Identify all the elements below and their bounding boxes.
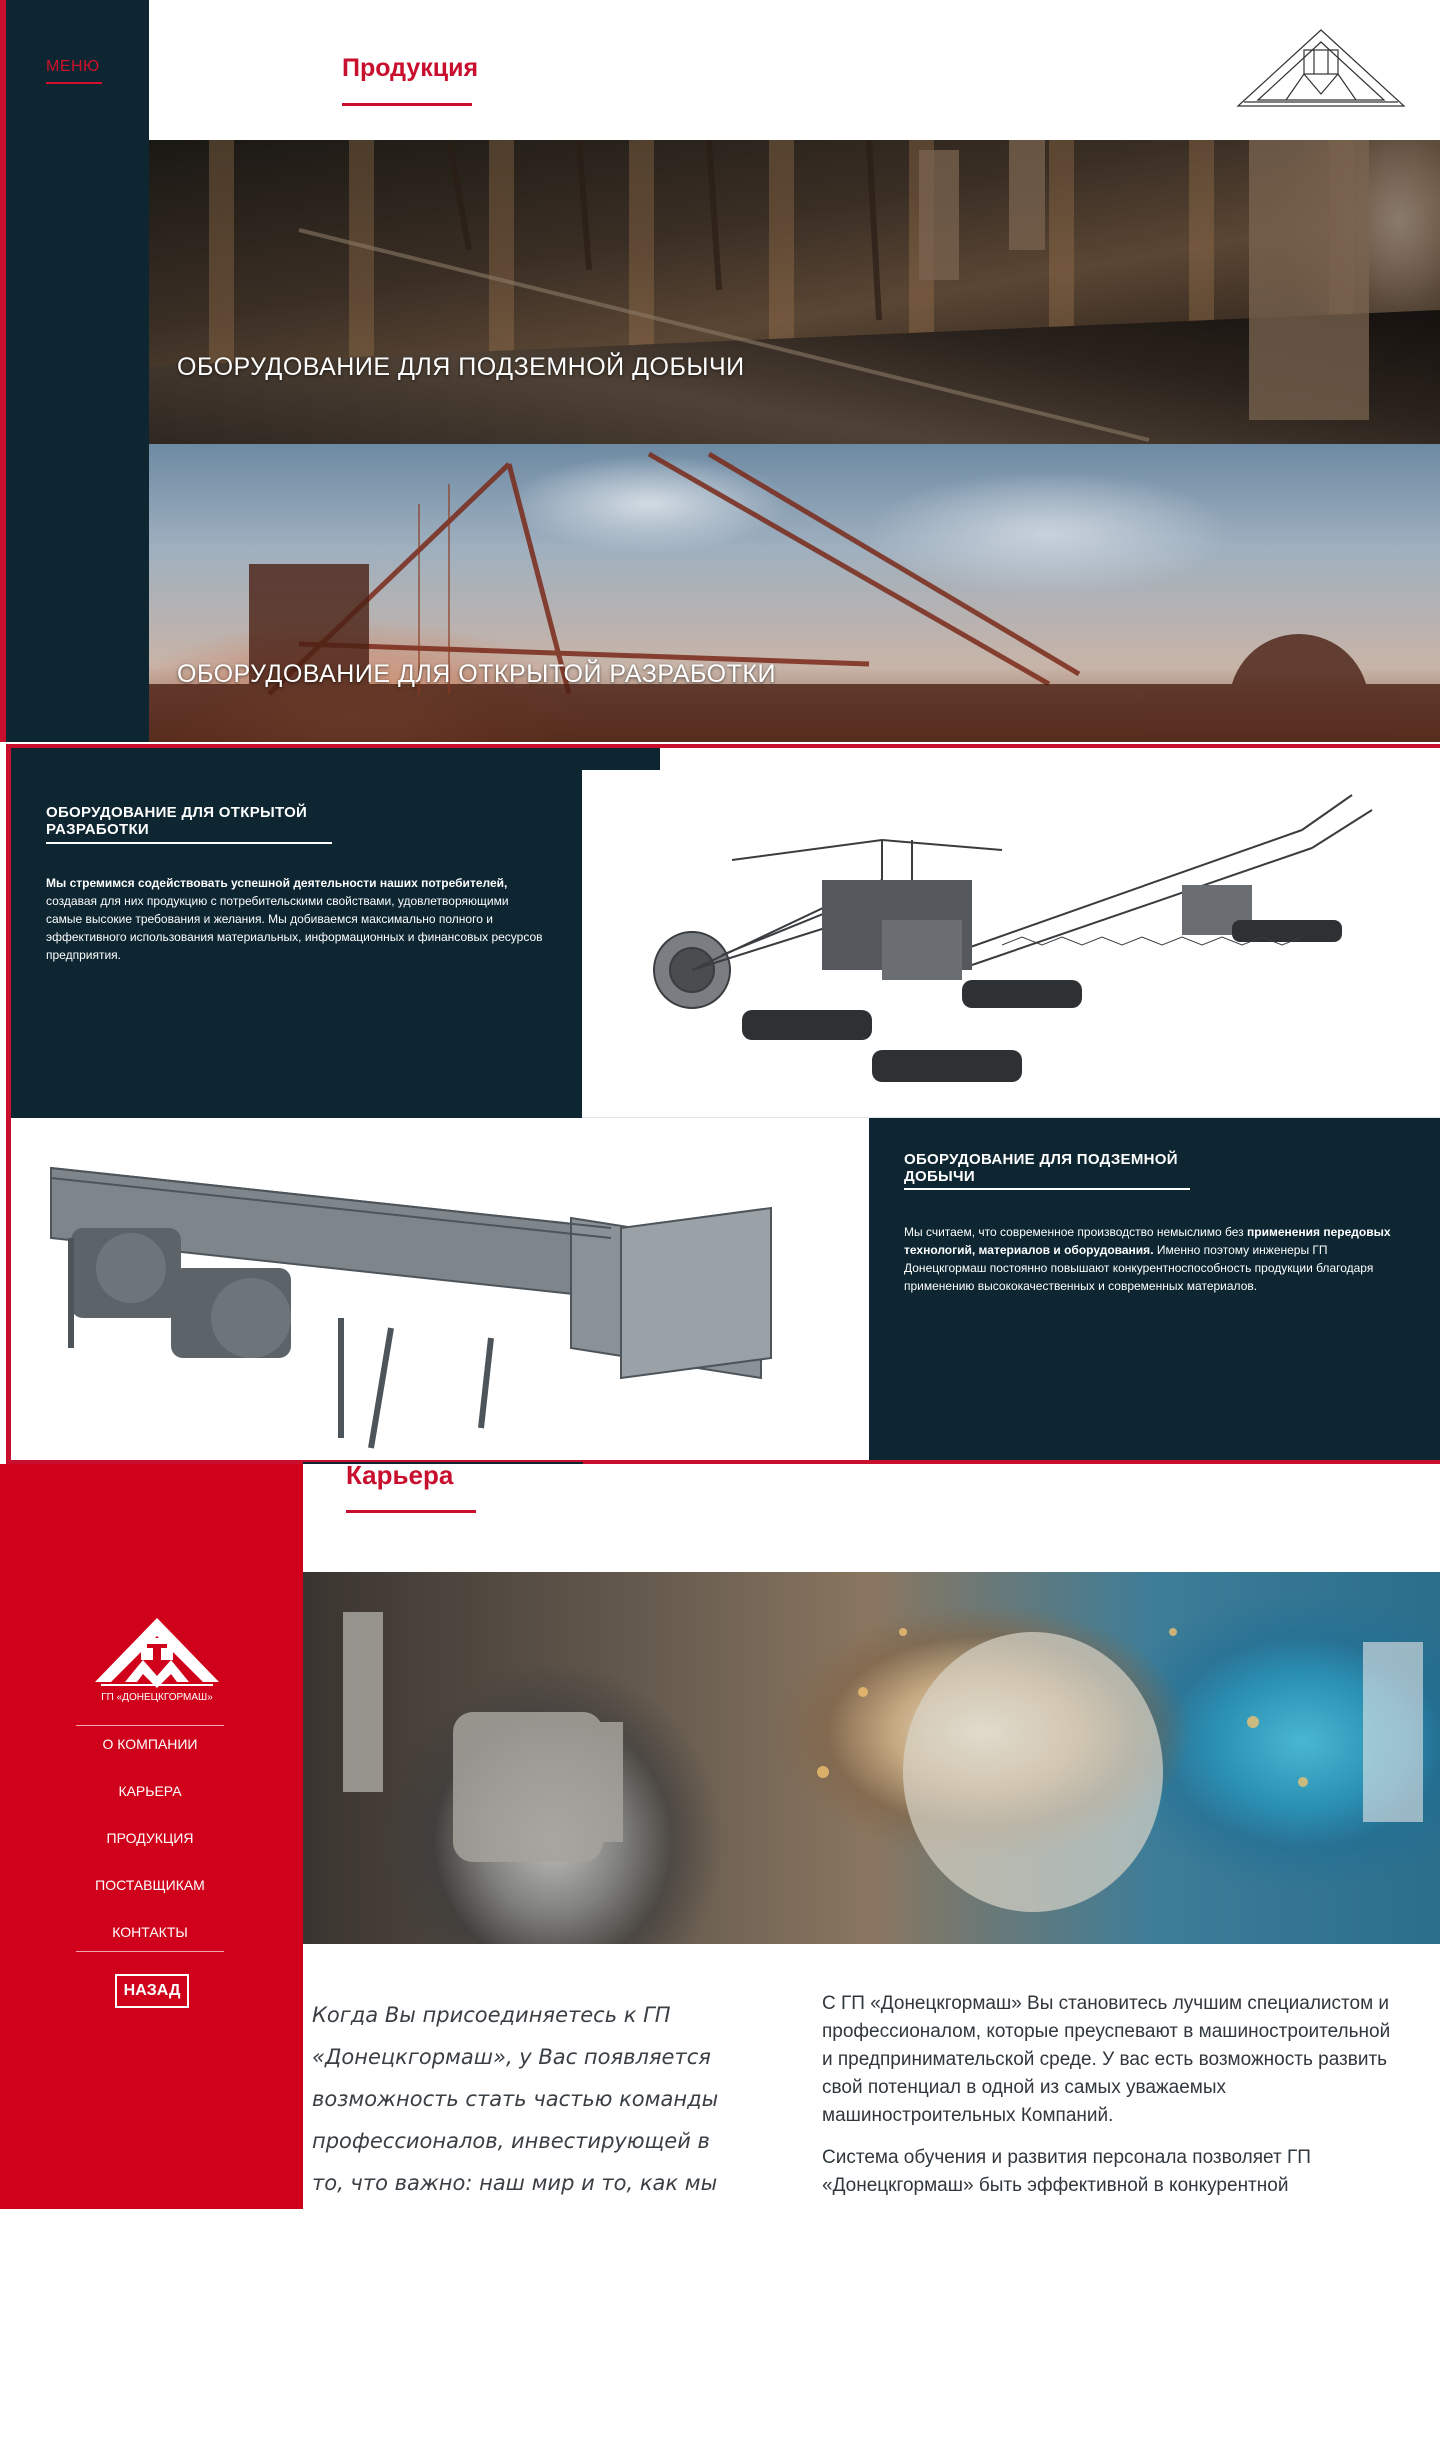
- underground-info-card: ОБОРУДОВАНИЕ ДЛЯ ПОДЗЕМНОЙ ДОБЫЧИ Мы счи…: [869, 1118, 1440, 1460]
- info-title-line2: РАЗРАБОТКИ: [46, 821, 149, 838]
- mine-equipment-icon: [298, 140, 1369, 442]
- excavator-image: [582, 770, 1440, 1118]
- banner-title-open-pit: ОБОРУДОВАНИЕ ДЛЯ ОТКРЫТОЙ РАЗРАБОТКИ: [177, 660, 776, 688]
- banner-open-pit-mining[interactable]: ОБОРУДОВАНИЕ ДЛЯ ОТКРЫТОЙ РАЗРАБОТКИ: [149, 444, 1440, 742]
- nav-item-about[interactable]: О КОМПАНИИ: [60, 1736, 240, 1752]
- logo-caption: ГП «ДОНЕЦКГОРМАШ»: [101, 1692, 213, 1703]
- career-title-underline: [346, 1510, 476, 1513]
- info-text-bold: Мы стремимся содействовать успешной деят…: [46, 876, 508, 890]
- nav-item-contacts[interactable]: КОНТАКТЫ: [60, 1924, 240, 1940]
- logo-icon[interactable]: ГП «ДОНЕЦКГОРМАШ»: [91, 1616, 223, 1704]
- bucket-wheel-excavator-icon: [653, 794, 1373, 1082]
- career-paragraph-1: С ГП «Донецкгормаш» Вы становитесь лучши…: [822, 1993, 1391, 2126]
- career-quote: Когда Вы присоединяетесь к ГП «Донецкгор…: [312, 2003, 719, 2195]
- top-accent-line: [0, 0, 6, 742]
- conveyor-drive-icon: [50, 1166, 772, 1449]
- info-text-underground: Мы считаем, что современное производство…: [904, 1223, 1394, 1295]
- menu-button[interactable]: МЕНЮ: [46, 58, 100, 76]
- menu-underline: [46, 82, 102, 84]
- career-title: Карьера: [346, 1460, 454, 1490]
- nav-item-suppliers[interactable]: ПОСТАВЩИКАМ: [60, 1877, 240, 1893]
- back-button[interactable]: НАЗАД: [115, 1974, 189, 2008]
- info-text-open-pit: Мы стремимся содействовать успешной деят…: [46, 874, 546, 964]
- conveyor-image: [11, 1118, 869, 1460]
- nav-item-career[interactable]: КАРЬЕРА: [60, 1783, 240, 1799]
- banner-underground-mining[interactable]: ОБОРУДОВАНИЕ ДЛЯ ПОДЗЕМНОЙ ДОБЫЧИ: [149, 140, 1440, 444]
- info-text-start: Мы считаем, что современное производство…: [904, 1225, 1247, 1239]
- title-underline: [342, 103, 472, 106]
- page-title: Продукция: [342, 54, 479, 82]
- logo-icon[interactable]: [1236, 28, 1406, 108]
- top-sidebar: [0, 0, 149, 742]
- card-extension: [582, 748, 660, 770]
- info-text-rest: создавая для них продукцию с потребитель…: [46, 894, 543, 962]
- lathe-photo: [303, 1572, 1440, 1944]
- excavator-silhouette-icon: [149, 451, 1440, 742]
- info-title-underline: [904, 1188, 1190, 1190]
- nav-separator: [76, 1951, 224, 1952]
- banner-title-underground: ОБОРУДОВАНИЕ ДЛЯ ПОДЗЕМНОЙ ДОБЫЧИ: [177, 353, 745, 381]
- info-title-line1: ОБОРУДОВАНИЕ ДЛЯ ОТКРЫТОЙ: [46, 804, 308, 821]
- nav-item-products[interactable]: ПРОДУКЦИЯ: [60, 1830, 240, 1846]
- info-title-line2: ДОБЫЧИ: [904, 1168, 975, 1185]
- lathe-machining-icon: [343, 1612, 1423, 1912]
- open-pit-info-card: ОБОРУДОВАНИЕ ДЛЯ ОТКРЫТОЙ РАЗРАБОТКИ Мы …: [11, 748, 582, 1118]
- nav-separator: [76, 1725, 224, 1726]
- career-paragraph-2: Система обучения и развития персонала по…: [822, 2147, 1311, 2196]
- info-title-underline: [46, 842, 332, 844]
- info-title-line1: ОБОРУДОВАНИЕ ДЛЯ ПОДЗЕМНОЙ: [904, 1151, 1178, 1168]
